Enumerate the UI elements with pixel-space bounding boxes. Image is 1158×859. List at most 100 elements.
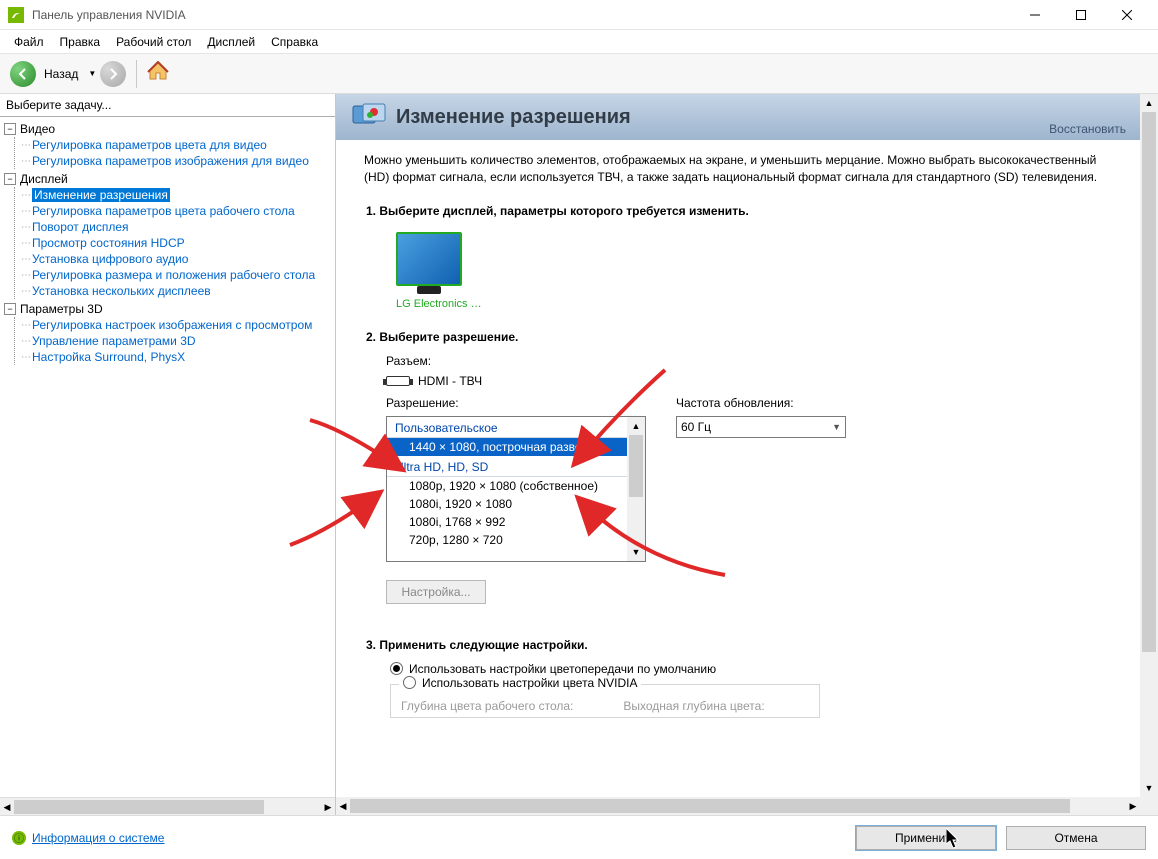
tree-item-display-3[interactable]: Просмотр состояния HDCP: [32, 236, 185, 250]
res-item-1080i-1768[interactable]: 1080i, 1768 × 992: [387, 513, 627, 531]
res-item-1440x1080[interactable]: 1440 × 1080, построчная развертка: [387, 438, 627, 456]
toolbar-separator: [136, 60, 137, 88]
scroll-thumb[interactable]: [350, 799, 1070, 813]
hdmi-icon: [386, 376, 410, 386]
home-icon[interactable]: [147, 61, 169, 86]
res-item-720p[interactable]: 720p, 1280 × 720: [387, 531, 627, 549]
header-monitor-icon: [352, 103, 386, 131]
resolution-vscrollbar[interactable]: ▲ ▼: [627, 417, 645, 561]
tree-toggle-display[interactable]: −: [4, 173, 16, 185]
step3-heading: 3. Применить следующие настройки.: [366, 638, 1110, 652]
toolbar: Назад ▼: [0, 54, 1158, 94]
radio-icon: [403, 676, 416, 689]
res-item-1080p[interactable]: 1080p, 1920 × 1080 (собственное): [387, 477, 627, 495]
page-header: Изменение разрешения Восстановить: [336, 94, 1140, 140]
tree-toggle-video[interactable]: −: [4, 123, 16, 135]
main-panel: Изменение разрешения Восстановить Можно …: [336, 94, 1158, 815]
main-hscrollbar[interactable]: ◀ ▶: [336, 797, 1140, 815]
tree-item-video-1[interactable]: Регулировка параметров изображения для в…: [32, 154, 309, 168]
step2-heading: 2. Выберите разрешение.: [366, 330, 1110, 344]
scroll-thumb[interactable]: [1142, 112, 1156, 652]
menu-help[interactable]: Справка: [263, 32, 326, 52]
forward-button[interactable]: [100, 61, 126, 87]
res-group-custom: Пользовательское: [387, 417, 627, 438]
radio-icon: [390, 662, 403, 675]
monitor-name: LG Electronics …: [396, 298, 482, 310]
scroll-left-icon[interactable]: ◀: [0, 798, 14, 816]
tree-item-display-1[interactable]: Регулировка параметров цвета рабочего ст…: [32, 204, 295, 218]
titlebar: Панель управления NVIDIA: [0, 0, 1158, 30]
tree-group-video[interactable]: Видео: [20, 122, 55, 136]
tree-group-3d[interactable]: Параметры 3D: [20, 302, 103, 316]
scroll-down-icon[interactable]: ▼: [627, 543, 645, 561]
tree-item-display-5[interactable]: Регулировка размера и положения рабочего…: [32, 268, 315, 282]
customize-button[interactable]: Настройка...: [386, 580, 486, 604]
radio-default-color[interactable]: Использовать настройки цветопередачи по …: [390, 662, 1110, 676]
sysinfo-link[interactable]: Информация о системе: [32, 831, 164, 845]
scroll-left-icon[interactable]: ◀: [336, 797, 350, 815]
page-title: Изменение разрешения: [396, 106, 631, 129]
sysinfo-icon: ⓘ: [12, 831, 26, 845]
dropdown-icon: ▼: [832, 422, 841, 432]
nvidia-icon: [8, 7, 24, 23]
tree-hscrollbar[interactable]: ◀ ▶: [0, 797, 335, 815]
close-button[interactable]: [1104, 0, 1150, 30]
resolution-label: Разрешение:: [386, 396, 646, 410]
nvidia-color-fieldset: Использовать настройки цвета NVIDIA Глуб…: [390, 684, 820, 718]
main-vscrollbar[interactable]: ▲ ▼: [1140, 94, 1158, 797]
refresh-value: 60 Гц: [681, 420, 711, 434]
window-title: Панель управления NVIDIA: [32, 8, 1012, 22]
scroll-down-icon[interactable]: ▼: [1140, 779, 1158, 797]
tree-group-display[interactable]: Дисплей: [20, 172, 68, 186]
step1-heading: 1. Выберите дисплей, параметры которого …: [366, 204, 1110, 218]
task-tree-panel: Выберите задачу... − Видео ⋯Регулировка …: [0, 94, 336, 815]
footer: ⓘ Информация о системе Применить Отмена: [0, 815, 1158, 859]
minimize-button[interactable]: [1012, 0, 1058, 30]
res-item-1080i-1920[interactable]: 1080i, 1920 × 1080: [387, 495, 627, 513]
tree-header: Выберите задачу...: [0, 94, 335, 117]
radio-nvidia-label: Использовать настройки цвета NVIDIA: [422, 676, 637, 690]
menu-file[interactable]: Файл: [6, 32, 52, 52]
scroll-up-icon[interactable]: ▲: [627, 417, 645, 435]
back-dropdown-icon[interactable]: ▼: [88, 69, 96, 78]
monitor-thumbnail[interactable]: LG Electronics …: [396, 232, 482, 310]
restore-link[interactable]: Восстановить: [1049, 122, 1126, 136]
scroll-thumb[interactable]: [629, 435, 643, 497]
scroll-corner: [1140, 797, 1158, 815]
menubar: Файл Правка Рабочий стол Дисплей Справка: [0, 30, 1158, 54]
scroll-thumb[interactable]: [14, 800, 264, 814]
back-label[interactable]: Назад: [44, 67, 78, 81]
mouse-cursor-icon: [946, 828, 962, 850]
scroll-up-icon[interactable]: ▲: [1140, 94, 1158, 112]
cancel-button[interactable]: Отмена: [1006, 826, 1146, 850]
menu-edit[interactable]: Правка: [52, 32, 109, 52]
monitor-icon: [396, 232, 462, 286]
back-button[interactable]: [10, 61, 36, 87]
connector-value: HDMI - ТВЧ: [418, 374, 482, 388]
tree-item-display-2[interactable]: Поворот дисплея: [32, 220, 129, 234]
menu-display[interactable]: Дисплей: [199, 32, 263, 52]
menu-desktop[interactable]: Рабочий стол: [108, 32, 199, 52]
tree-item-3d-1[interactable]: Управление параметрами 3D: [32, 334, 196, 348]
tree-item-display-4[interactable]: Установка цифрового аудио: [32, 252, 188, 266]
resolution-list[interactable]: Пользовательское 1440 × 1080, построчная…: [386, 416, 646, 562]
refresh-rate-select[interactable]: 60 Гц ▼: [676, 416, 846, 438]
connector-label: Разъем:: [386, 354, 1110, 368]
task-tree[interactable]: − Видео ⋯Регулировка параметров цвета дл…: [0, 117, 335, 797]
tree-toggle-3d[interactable]: −: [4, 303, 16, 315]
maximize-button[interactable]: [1058, 0, 1104, 30]
tree-item-3d-0[interactable]: Регулировка настроек изображения с просм…: [32, 318, 312, 332]
refresh-label: Частота обновления:: [676, 396, 846, 410]
apply-button[interactable]: Применить: [856, 826, 996, 850]
output-depth-label: Выходная глубина цвета:: [623, 699, 764, 713]
tree-item-display-6[interactable]: Установка нескольких дисплеев: [32, 284, 211, 298]
tree-item-3d-2[interactable]: Настройка Surround, PhysX: [32, 350, 185, 364]
tree-item-video-0[interactable]: Регулировка параметров цвета для видео: [32, 138, 267, 152]
desktop-depth-label: Глубина цвета рабочего стола:: [401, 699, 573, 713]
radio-nvidia-color[interactable]: Использовать настройки цвета NVIDIA: [399, 676, 641, 690]
tree-item-display-0[interactable]: Изменение разрешения: [32, 188, 170, 202]
scroll-right-icon[interactable]: ▶: [321, 798, 335, 816]
radio-default-label: Использовать настройки цветопередачи по …: [409, 662, 716, 676]
res-group-uhd: Ultra HD, HD, SD: [387, 456, 627, 477]
scroll-right-icon[interactable]: ▶: [1126, 797, 1140, 815]
